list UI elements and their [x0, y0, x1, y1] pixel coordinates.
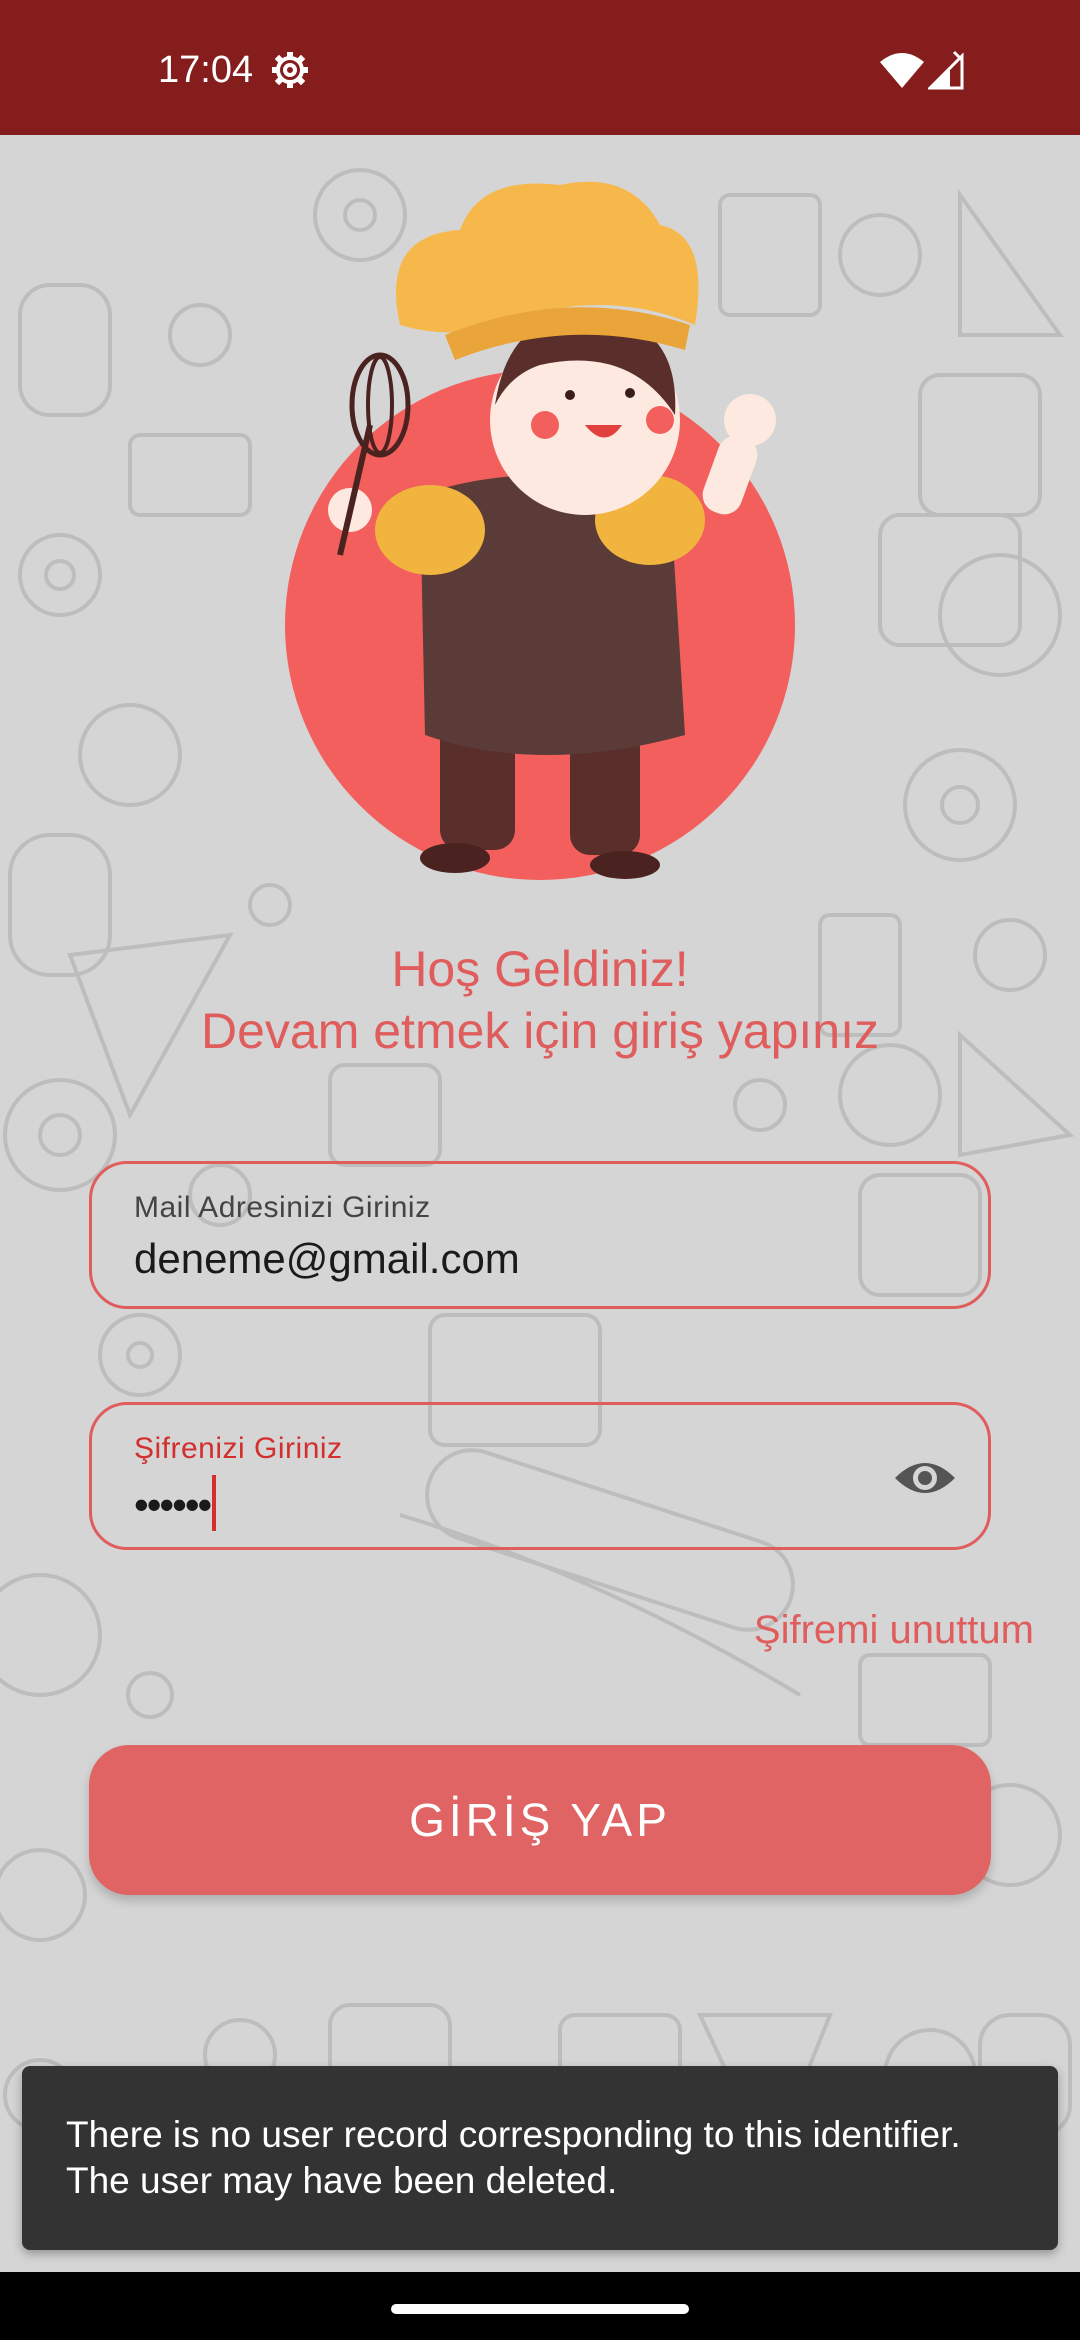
- password-field-value-wrapper: ••••••: [134, 1475, 217, 1531]
- welcome-title: Hoş Geldiniz!: [391, 941, 689, 997]
- error-snackbar: There is no user record corresponding to…: [22, 2066, 1058, 2250]
- wifi-icon: [880, 53, 924, 88]
- welcome-message: Hoş Geldiniz! Devam etmek için giriş yap…: [0, 938, 1080, 1062]
- text-caret: [212, 1475, 217, 1531]
- eye-icon[interactable]: [892, 1445, 958, 1511]
- welcome-subtitle: Devam etmek için giriş yapınız: [200, 1003, 879, 1059]
- login-button[interactable]: GİRİŞ YAP: [89, 1745, 991, 1895]
- password-field[interactable]: Şifrenizi Giriniz ••••••: [89, 1402, 991, 1550]
- status-bar: 17:04: [0, 0, 1080, 135]
- email-field-value: deneme@gmail.com: [134, 1235, 520, 1282]
- email-field-label: Mail Adresinizi Giriniz: [134, 1191, 431, 1224]
- settings-gear-icon: [272, 52, 308, 88]
- status-time: 17:04: [158, 49, 254, 91]
- navigation-bar: [0, 2272, 1080, 2340]
- password-field-label: Şifrenizi Giriniz: [134, 1432, 343, 1465]
- password-field-value: ••••••: [134, 1481, 212, 1528]
- email-field[interactable]: Mail Adresinizi Giriniz deneme@gmail.com: [89, 1161, 991, 1309]
- home-gesture-handle[interactable]: [391, 2304, 689, 2314]
- forgot-password-link[interactable]: Şifremi unuttum: [754, 1606, 1034, 1654]
- signal-icon: [928, 50, 964, 90]
- chef-mascot-illustration: [285, 181, 795, 880]
- snackbar-message: There is no user record corresponding to…: [66, 2114, 961, 2201]
